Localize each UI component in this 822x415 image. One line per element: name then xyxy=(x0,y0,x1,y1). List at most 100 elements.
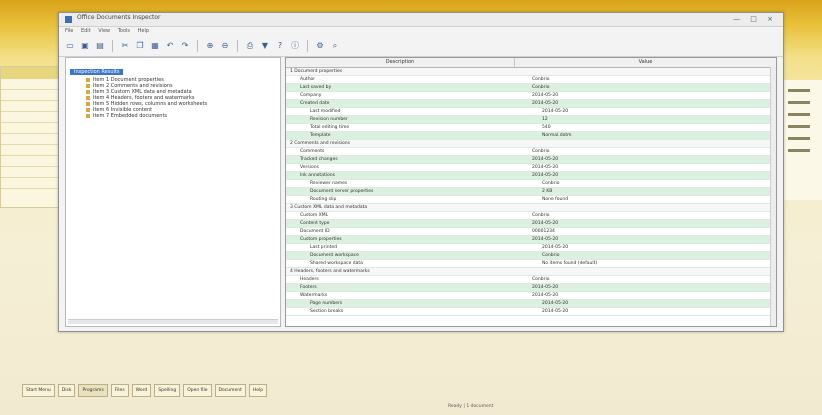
table-row[interactable]: Custom properties 2014-05-20 xyxy=(286,236,776,244)
table-row[interactable]: Tracked changes 2014-05-20 xyxy=(286,156,776,164)
taskbar-item[interactable]: Programs xyxy=(78,384,108,397)
row-description: Company xyxy=(300,93,322,98)
table-row[interactable]: Author Conbrio xyxy=(286,76,776,84)
search-icon[interactable]: ⌕ xyxy=(330,41,340,51)
table-row[interactable]: Last printed 2014-05-20 xyxy=(286,244,776,252)
taskbar-item[interactable]: Start Menu xyxy=(22,384,55,397)
table-row[interactable]: Company 2014-05-20 xyxy=(286,92,776,100)
table-row[interactable]: Versions 2014-05-20 xyxy=(286,164,776,172)
taskbar-item[interactable]: Spelling xyxy=(154,384,181,397)
row-description: Custom properties xyxy=(300,237,342,242)
row-value: Conbrio xyxy=(532,85,550,90)
cut-icon[interactable]: ✂ xyxy=(120,41,130,51)
save-icon[interactable]: ▤ xyxy=(95,41,105,51)
paste-icon[interactable]: ▦ xyxy=(150,41,160,51)
row-description: Created date xyxy=(300,101,330,106)
taskbar-item[interactable]: Word xyxy=(131,384,152,397)
zoom-in-icon[interactable]: ⊕ xyxy=(205,41,215,51)
table-row[interactable]: Template Normal.dotm xyxy=(286,132,776,140)
table-row[interactable]: Reviewer names Conbrio xyxy=(286,180,776,188)
taskbar-item[interactable]: Disk xyxy=(57,384,76,397)
settings-icon[interactable]: ⚙ xyxy=(315,41,325,51)
table-row[interactable]: Comments Conbrio xyxy=(286,148,776,156)
row-description: Total editing time xyxy=(310,125,350,130)
row-description: Reviewer names xyxy=(310,181,348,186)
row-value: 2014-05-20 xyxy=(532,93,559,98)
background-spreadsheet xyxy=(0,66,64,208)
horizontal-scrollbar[interactable] xyxy=(68,319,278,324)
copy-icon[interactable]: ❐ xyxy=(135,41,145,51)
vertical-scrollbar[interactable] xyxy=(770,67,776,326)
table-row[interactable]: Headers Conbrio xyxy=(286,276,776,284)
table-row[interactable]: Created date 2014-05-20 xyxy=(286,100,776,108)
menu-bar: File Edit View Tools Help xyxy=(59,27,783,36)
row-value: Conbrio xyxy=(532,149,550,154)
table-row[interactable]: Routing slip None found xyxy=(286,196,776,204)
tree-item-label: Item 7 Embedded documents xyxy=(93,113,168,119)
row-description: Custom XML xyxy=(300,213,329,218)
table-row[interactable]: Footers 2014-05-20 xyxy=(286,284,776,292)
table-row[interactable]: Custom XML Conbrio xyxy=(286,212,776,220)
row-description: Revision number xyxy=(310,117,348,122)
taskbar-item[interactable]: Help xyxy=(248,384,268,397)
window-title: Office Documents Inspector xyxy=(77,14,161,21)
row-description: Page numbers xyxy=(310,301,343,306)
table-row[interactable]: Document server properties 2 KB xyxy=(286,188,776,196)
menu-help[interactable]: Help xyxy=(138,28,149,34)
row-value xyxy=(518,268,776,275)
undo-icon[interactable]: ↶ xyxy=(165,41,175,51)
row-description: Comments xyxy=(300,149,325,154)
table-group-row[interactable]: 1 Document properties xyxy=(286,68,776,76)
menu-edit[interactable]: Edit xyxy=(81,28,91,34)
help-icon[interactable]: ? xyxy=(275,41,285,51)
zoom-out-icon[interactable]: ⊖ xyxy=(220,41,230,51)
table-row[interactable]: Last saved by Conbrio xyxy=(286,84,776,92)
row-value: 2014-05-20 xyxy=(532,157,559,162)
filter-icon[interactable]: ▼ xyxy=(260,41,270,51)
taskbar-item[interactable]: Document xyxy=(214,384,246,397)
new-icon[interactable]: ▭ xyxy=(65,41,75,51)
row-value: 2014-05-20 xyxy=(532,165,559,170)
table-row[interactable]: Content type 2014-05-20 xyxy=(286,220,776,228)
row-value: Conbrio xyxy=(532,77,550,82)
column-header-description[interactable]: Description xyxy=(286,58,515,67)
table-row[interactable]: Shared workspace data No items found (def… xyxy=(286,260,776,268)
table-row[interactable]: Section breaks 2014-05-20 xyxy=(286,308,776,316)
table-row[interactable]: Page numbers 2014-05-20 xyxy=(286,300,776,308)
table-row[interactable]: Document ID 00001234 xyxy=(286,228,776,236)
menu-tools[interactable]: Tools xyxy=(118,28,130,34)
tree-root[interactable]: Inspection Results xyxy=(70,69,124,75)
row-description: Last printed xyxy=(310,245,338,250)
table-row[interactable]: Revision number 12 xyxy=(286,116,776,124)
open-icon[interactable]: ▣ xyxy=(80,41,90,51)
table-row[interactable]: Watermarks 2014-05-20 xyxy=(286,292,776,300)
table-group-row[interactable]: 2 Comments and revisions xyxy=(286,140,776,148)
table-row[interactable]: Total editing time 540 xyxy=(286,124,776,132)
table-row[interactable]: Ink annotations 2014-05-20 xyxy=(286,172,776,180)
row-value: 540 xyxy=(542,125,551,130)
row-value: No items found (default) xyxy=(542,261,598,266)
background-side-panel xyxy=(783,80,822,200)
window-controls[interactable]: — □ × xyxy=(733,15,777,23)
print-icon[interactable]: ⎙ xyxy=(245,41,255,51)
info-icon[interactable]: ⓘ xyxy=(290,41,300,51)
table-row[interactable]: Document workspace Conbrio xyxy=(286,252,776,260)
redo-icon[interactable]: ↷ xyxy=(180,41,190,51)
table-group-row[interactable]: 3 Custom XML data and metadata xyxy=(286,204,776,212)
row-description: 2 Comments and revisions xyxy=(290,141,350,146)
row-description: Headers xyxy=(300,277,319,282)
row-value: Conbrio xyxy=(542,181,560,186)
tree-item[interactable]: Item 7 Embedded documents xyxy=(86,113,280,119)
table-header: Description Value xyxy=(286,58,776,68)
row-value: 12 xyxy=(542,117,548,122)
row-value: None found xyxy=(542,197,569,202)
main-window: Office Documents Inspector — □ × File Ed… xyxy=(58,12,784,332)
menu-file[interactable]: File xyxy=(65,28,73,34)
row-value: Conbrio xyxy=(532,277,550,282)
taskbar-item[interactable]: Files xyxy=(110,384,129,397)
table-row[interactable]: Last modified 2014-05-20 xyxy=(286,108,776,116)
taskbar-item[interactable]: Open file xyxy=(183,384,212,397)
menu-view[interactable]: View xyxy=(98,28,110,34)
column-header-value[interactable]: Value xyxy=(515,58,776,67)
table-group-row[interactable]: 4 Headers, footers and watermarks xyxy=(286,268,776,276)
